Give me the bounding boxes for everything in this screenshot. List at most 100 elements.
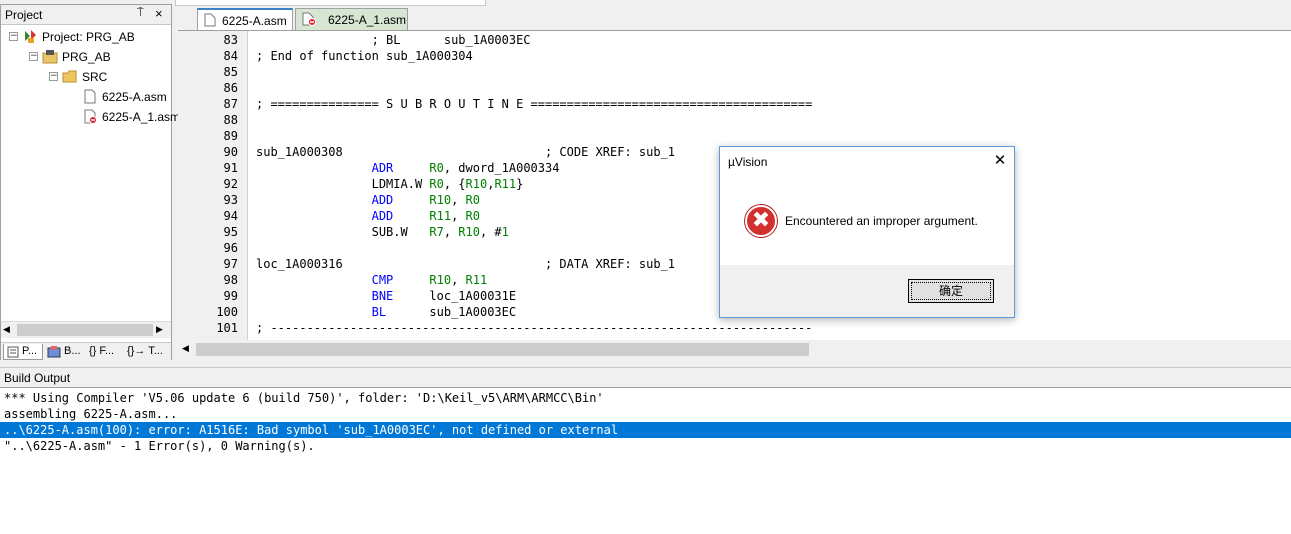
code-text: , (451, 209, 466, 223)
build-output-pane[interactable]: *** Using Compiler 'V5.06 update 6 (buil… (0, 387, 1291, 534)
code-line[interactable]: loc_1A000316 ; DATA XREF: sub_1 (256, 257, 675, 273)
code-text: loc_1A00031E (393, 289, 517, 303)
tab-functions[interactable]: {} F... (87, 344, 125, 360)
code-operand: R0 (465, 193, 480, 207)
tab-label: {} F... (89, 345, 115, 357)
expand-collapse-icon[interactable]: − (9, 32, 18, 41)
tab-file-6225-a-1[interactable]: 6225-A_1.asm (295, 8, 408, 30)
code-text: , (451, 193, 466, 207)
code-operand: R7 (429, 225, 444, 239)
code-operand: R0 (465, 209, 480, 223)
dialog-footer: 确定 (720, 265, 1014, 317)
code-operand: R10 (429, 193, 452, 207)
code-text: sub_1A000308 ; CODE XREF: sub_1 (256, 145, 676, 159)
line-number: 84 (223, 49, 238, 63)
close-icon[interactable]: × (155, 6, 163, 21)
expand-collapse-icon[interactable]: − (29, 52, 38, 61)
code-operand: R10 (458, 225, 480, 239)
scroll-left-icon[interactable]: ◀ (3, 324, 10, 335)
close-icon[interactable]: ✕ (990, 151, 1010, 171)
line-number: 86 (223, 81, 238, 95)
project-horizontal-scrollbar[interactable]: ◀ ▶ (1, 321, 171, 338)
code-line[interactable]: ; =============== S U B R O U T I N E ==… (256, 97, 812, 113)
code-line[interactable]: ADR R0, dword_1A000334 (256, 161, 560, 177)
code-text: SUB.W (256, 225, 430, 239)
code-operand: R11 (429, 209, 452, 223)
tree-item-label: 6225-A.asm (102, 90, 167, 104)
code-text: , (443, 225, 459, 239)
build-output-line[interactable]: *** Using Compiler 'V5.06 update 6 (buil… (0, 390, 1291, 406)
code-text: ; BL sub_1A0003EC (256, 33, 531, 47)
code-operand: R10 (429, 273, 452, 287)
line-number: 96 (223, 241, 238, 255)
error-dialog: µVision ✕ ✖ Encountered an improper argu… (719, 146, 1015, 318)
expand-collapse-icon[interactable]: − (49, 72, 58, 81)
project-panel-header: Project ⍑ × (1, 5, 171, 25)
scroll-right-icon[interactable]: ▶ (156, 324, 163, 335)
build-output-line[interactable]: "..\6225-A.asm" - 1 Error(s), 0 Warning(… (0, 438, 1291, 454)
tree-item-label: PRG_AB (62, 50, 111, 64)
line-number: 93 (223, 193, 238, 207)
code-keyword: ADD (371, 193, 394, 207)
line-number: 95 (223, 225, 238, 239)
scrollbar-thumb[interactable] (17, 324, 153, 336)
file-excluded-icon (302, 12, 316, 26)
ok-button[interactable]: 确定 (908, 279, 994, 303)
code-keyword: CMP (371, 273, 394, 287)
build-output-title: Build Output (4, 371, 71, 385)
code-line[interactable]: ; End of function sub_1A000304 (256, 49, 473, 65)
build-output-header: Build Output (0, 367, 1291, 387)
line-number: 101 (216, 321, 238, 335)
line-number: 94 (223, 209, 238, 223)
code-operand: 1 (501, 225, 509, 239)
tab-label: 6225-A.asm (222, 14, 287, 28)
build-output-line-selected[interactable]: ..\6225-A.asm(100): error: A1516E: Bad s… (0, 422, 1291, 438)
code-keyword: ADR (371, 161, 394, 175)
tab-books[interactable]: B... (45, 344, 85, 360)
target-icon (42, 49, 58, 64)
code-line[interactable]: ; --------------------------------------… (256, 321, 812, 337)
pin-icon[interactable]: ⍑ (137, 7, 144, 20)
line-number: 87 (223, 97, 238, 111)
code-line[interactable]: ADD R10, R0 (256, 193, 480, 209)
code-line[interactable]: BL sub_1A0003EC (256, 305, 517, 321)
code-keyword: BL (371, 305, 387, 319)
code-line[interactable]: sub_1A000308 ; CODE XREF: sub_1 (256, 145, 675, 161)
code-line[interactable]: CMP R10, R11 (256, 273, 488, 289)
project-icon (22, 29, 38, 44)
code-operand: R0 (429, 177, 444, 191)
tab-templates[interactable]: {}→ T... (127, 344, 171, 360)
project-panel: Project ⍑ × − Project: PRG_AB − PRG_AB −… (0, 4, 180, 360)
line-number: 97 (223, 257, 238, 271)
code-line[interactable]: ; BL sub_1A0003EC (256, 33, 531, 49)
folder-icon (62, 69, 78, 84)
code-text: , dword_1A000334 (443, 161, 560, 175)
scroll-left-icon[interactable]: ◀ (182, 343, 189, 354)
code-text: , (451, 273, 466, 287)
code-operand: R10 (465, 177, 488, 191)
code-keyword: ADD (371, 209, 394, 223)
code-line[interactable]: BNE loc_1A00031E (256, 289, 517, 305)
tree-item-label: Project: PRG_AB (42, 30, 135, 44)
code-text: ; End of function sub_1A000304 (256, 49, 473, 63)
tab-file-6225-a[interactable]: 6225-A.asm (197, 8, 293, 30)
code-line[interactable]: SUB.W R7, R10, #1 (256, 225, 509, 241)
project-panel-title: Project (5, 8, 43, 22)
line-number: 89 (223, 129, 238, 143)
editor-horizontal-scrollbar[interactable]: ◀ (178, 341, 1291, 358)
code-line[interactable]: ADD R11, R0 (256, 209, 480, 225)
code-line[interactable]: LDMIA.W R0, {R10,R11} (256, 177, 524, 193)
line-number: 85 (223, 65, 238, 79)
tab-project[interactable]: P... (3, 344, 43, 360)
file-icon (82, 89, 98, 104)
build-output-line[interactable]: assembling 6225-A.asm... (0, 406, 1291, 422)
code-text: , { (443, 177, 466, 191)
tree-item-label: SRC (82, 70, 108, 84)
scrollbar-thumb[interactable] (196, 343, 809, 356)
